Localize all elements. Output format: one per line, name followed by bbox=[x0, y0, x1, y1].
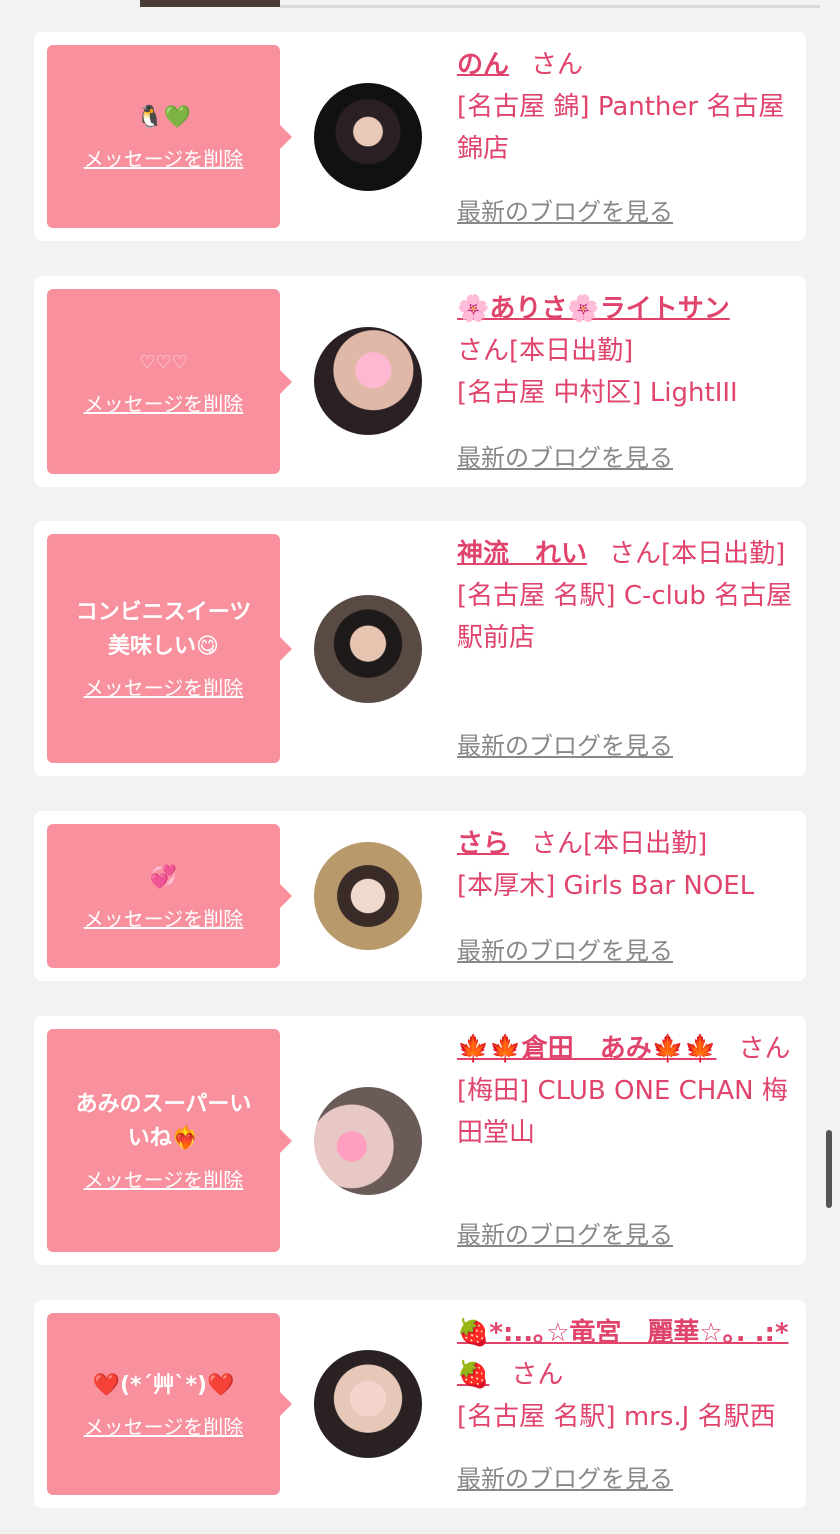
profile-info: 神流 れい さん[本日出勤] [名古屋 名駅] C-club 名古屋駅前店 bbox=[457, 533, 797, 659]
latest-blog-link[interactable]: 最新のブログを見る bbox=[457, 1215, 673, 1250]
honorific: さん bbox=[609, 539, 662, 569]
store-text: [本厚木] Girls Bar NOEL bbox=[457, 871, 755, 901]
message-text: コンビニスイーツ 美味しい😋 bbox=[75, 600, 252, 659]
latest-blog-link[interactable]: 最新のブログを見る bbox=[457, 726, 673, 761]
honorific: さん bbox=[511, 1360, 564, 1390]
honorific: さん bbox=[457, 336, 510, 366]
message-bubble: コンビニスイーツ 美味しい😋 メッセージを削除 bbox=[47, 534, 292, 763]
profile-info: 🌸ありさ🌸ライトサン さん[本日出勤] [名古屋 中村区] LightIII bbox=[457, 288, 797, 414]
delete-message-link[interactable]: メッセージを削除 bbox=[84, 388, 244, 417]
message-bubble: 💞 メッセージを削除 bbox=[47, 824, 292, 968]
message-text: 💞 bbox=[149, 864, 178, 890]
honorific: さん bbox=[531, 50, 584, 80]
message-bubble: 🐧💚 メッセージを削除 bbox=[47, 45, 292, 228]
profile-name-link[interactable]: 🍓*:..｡☆竜宮 麗華☆｡. .:*🍓 bbox=[457, 1318, 789, 1390]
message-text: あみのスーパーい いね❤️‍🔥 bbox=[75, 1092, 252, 1151]
avatar[interactable] bbox=[314, 842, 422, 950]
avatar[interactable] bbox=[314, 1087, 422, 1195]
avatar[interactable] bbox=[314, 327, 422, 435]
honorific: さん bbox=[531, 829, 584, 859]
scrollbar[interactable] bbox=[826, 1130, 832, 1208]
message-card: 💞 メッセージを削除 さら さん[本日出勤] [本厚木] Girls Bar NO… bbox=[34, 811, 806, 981]
message-text: ❤️(*´艸`*)❤️ bbox=[92, 1372, 235, 1398]
delete-message-link[interactable]: メッセージを削除 bbox=[84, 1164, 244, 1193]
profile-info: さら さん[本日出勤] [本厚木] Girls Bar NOEL bbox=[457, 823, 797, 907]
message-bubble: あみのスーパーい いね❤️‍🔥 メッセージを削除 bbox=[47, 1029, 292, 1252]
store-text: [名古屋 中村区] LightIII bbox=[457, 378, 738, 408]
profile-name-link[interactable]: のん bbox=[457, 50, 509, 80]
delete-message-link[interactable]: メッセージを削除 bbox=[84, 903, 244, 932]
message-bubble: ♡♡♡ メッセージを削除 bbox=[47, 289, 292, 474]
latest-blog-link[interactable]: 最新のブログを見る bbox=[457, 1459, 673, 1494]
delete-message-link[interactable]: メッセージを削除 bbox=[84, 1411, 244, 1440]
profile-info: 🍁🍁倉田 あみ🍁🍁 さん [梅田] CLUB ONE CHAN 梅田堂山 bbox=[457, 1028, 797, 1154]
message-bubble: ❤️(*´艸`*)❤️ メッセージを削除 bbox=[47, 1313, 292, 1495]
message-card: コンビニスイーツ 美味しい😋 メッセージを削除 神流 れい さん[本日出勤] [名… bbox=[34, 521, 806, 776]
store-text: [名古屋 名駅] C-club 名古屋駅前店 bbox=[457, 581, 793, 653]
message-card: 🐧💚 メッセージを削除 のん さん [名古屋 錦] Panther 名古屋錦店 最… bbox=[34, 32, 806, 241]
latest-blog-link[interactable]: 最新のブログを見る bbox=[457, 192, 673, 227]
store-text: [名古屋 名駅] mrs.J 名駅西 bbox=[457, 1402, 776, 1432]
message-card: あみのスーパーい いね❤️‍🔥 メッセージを削除 🍁🍁倉田 あみ🍁🍁 さん [梅田… bbox=[34, 1016, 806, 1265]
latest-blog-link[interactable]: 最新のブログを見る bbox=[457, 931, 673, 966]
store-text: [梅田] CLUB ONE CHAN 梅田堂山 bbox=[457, 1076, 788, 1148]
status-text: [本日出勤] bbox=[509, 336, 634, 366]
profile-name-link[interactable]: 🍁🍁倉田 あみ🍁🍁 bbox=[457, 1034, 717, 1064]
message-card: ♡♡♡ メッセージを削除 🌸ありさ🌸ライトサン さん[本日出勤] [名古屋 中村… bbox=[34, 276, 806, 487]
profile-name-link[interactable]: 🌸ありさ🌸ライトサン bbox=[457, 294, 730, 324]
avatar[interactable] bbox=[314, 595, 422, 703]
profile-info: のん さん [名古屋 錦] Panther 名古屋錦店 bbox=[457, 44, 797, 170]
message-card: ❤️(*´艸`*)❤️ メッセージを削除 🍓*:..｡☆竜宮 麗華☆｡. .:*… bbox=[34, 1300, 806, 1508]
status-text: [本日出勤] bbox=[583, 829, 708, 859]
profile-name-link[interactable]: さら bbox=[457, 829, 509, 859]
store-text: [名古屋 錦] Panther 名古屋錦店 bbox=[457, 92, 785, 164]
active-tab-indicator bbox=[140, 0, 280, 7]
status-text: [本日出勤] bbox=[661, 539, 786, 569]
delete-message-link[interactable]: メッセージを削除 bbox=[84, 143, 244, 172]
message-text: ♡♡♡ bbox=[139, 352, 188, 373]
top-bar bbox=[0, 0, 840, 8]
message-text: 🐧💚 bbox=[136, 105, 191, 130]
tab-divider bbox=[280, 5, 820, 8]
honorific: さん bbox=[738, 1034, 791, 1064]
latest-blog-link[interactable]: 最新のブログを見る bbox=[457, 438, 673, 473]
profile-info: 🍓*:..｡☆竜宮 麗華☆｡. .:*🍓 さん [名古屋 名駅] mrs.J 名駅… bbox=[457, 1312, 797, 1438]
profile-name-link[interactable]: 神流 れい bbox=[457, 539, 587, 569]
delete-message-link[interactable]: メッセージを削除 bbox=[84, 672, 244, 701]
avatar[interactable] bbox=[314, 1350, 422, 1458]
avatar[interactable] bbox=[314, 83, 422, 191]
